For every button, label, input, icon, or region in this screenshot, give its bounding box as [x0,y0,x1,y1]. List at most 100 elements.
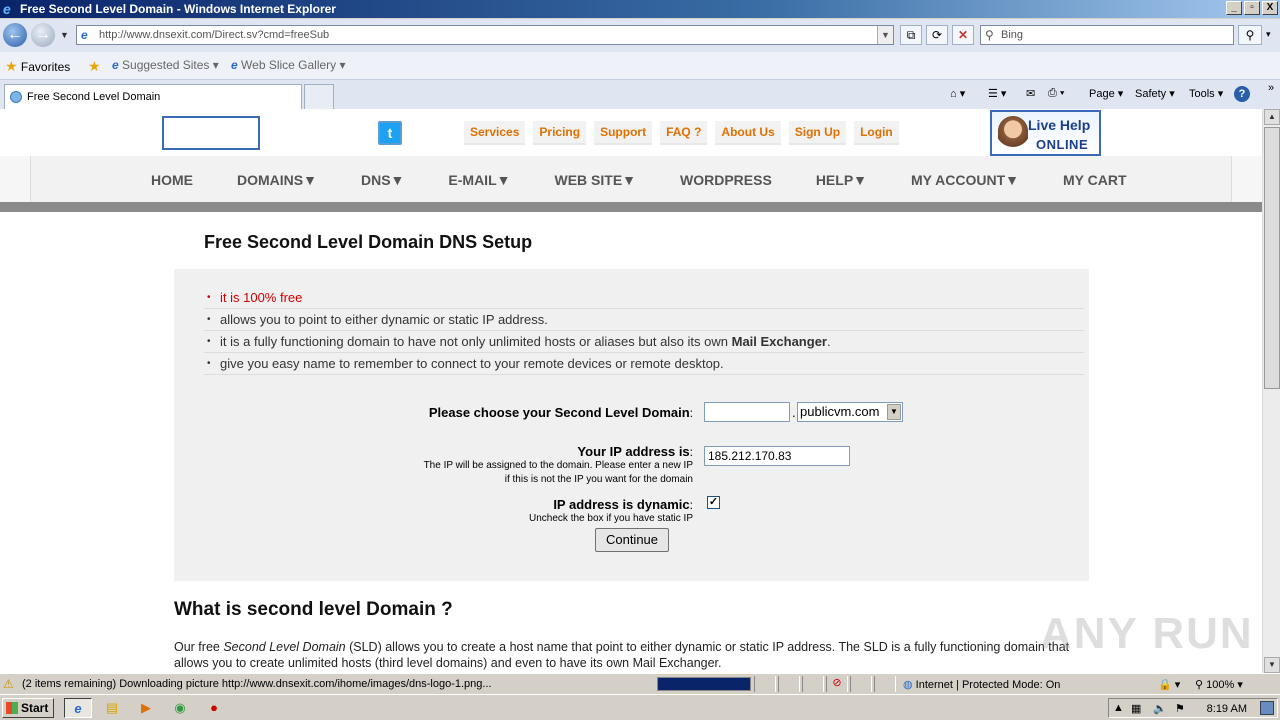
home-icon[interactable]: ⌂ ▾ [950,87,965,100]
sign-up-link[interactable]: Sign Up [788,121,847,145]
dynamic-ip-help: Uncheck the box if you have static IP [529,513,693,524]
show-desktop-button[interactable] [1260,701,1274,715]
volume-icon[interactable]: 🔈 [1153,702,1167,715]
window-title-bar: e Free Second Level Domain - Windows Int… [0,0,1280,18]
search-options-icon[interactable]: ▾ [1266,29,1271,40]
help-icon[interactable]: ? [1234,86,1250,102]
list-item: it is a fully functioning domain to have… [204,331,1084,353]
warning-icon: ⚠ [3,677,14,691]
sld-separator: . [792,405,796,420]
scroll-down-icon[interactable]: ▼ [1264,657,1280,673]
address-toolbar: ← → ▼ e http://www.dnsexit.com/Direct.sv… [0,19,1280,52]
address-dropdown-icon[interactable]: ▼ [877,26,893,44]
site-logo[interactable] [162,116,260,150]
scroll-up-icon[interactable]: ▲ [1264,109,1280,125]
status-pane [850,676,872,692]
nav-item-e-mail[interactable]: E-MAIL [448,172,496,188]
compatibility-view-icon[interactable]: ⧉ [900,25,922,45]
search-placeholder: Bing [1001,29,1024,41]
caret-down-icon: ▼ [390,172,405,188]
list-item: give you easy name to remember to connec… [204,353,1084,375]
forward-button[interactable]: → [31,23,55,47]
zoom-level[interactable]: ⚲ 100% ▾ [1195,678,1243,691]
back-button[interactable]: ← [3,23,27,47]
nav-divider [0,202,1262,212]
faq-link[interactable]: FAQ ? [660,121,708,145]
close-button[interactable]: X [1262,1,1278,15]
popup-blocked-icon[interactable]: ⊘ [826,676,848,692]
new-tab-button[interactable] [304,84,334,109]
star-icon: ★ [5,58,18,74]
show-hidden-icons[interactable]: ▲ [1113,702,1124,714]
twitter-icon[interactable]: t [378,121,402,145]
services-link[interactable]: Services [464,121,526,145]
window-title: Free Second Level Domain - Windows Inter… [20,2,336,16]
security-zone[interactable]: ◍ Internet | Protected Mode: On [903,678,1060,691]
search-button[interactable]: ⚲ [1238,25,1262,45]
chevron-down-icon: ▼ [887,404,901,420]
top-links: Services Pricing Support FAQ ? About Us … [464,121,899,145]
domain-suffix-select[interactable]: publicvm.com ▼ [797,402,903,422]
chrome-taskbar-icon[interactable]: ◉ [166,698,194,718]
stop-icon[interactable]: ✕ [952,25,974,45]
restore-button[interactable]: ▫ [1244,1,1260,15]
caret-down-icon: ▼ [496,172,511,188]
feeds-icon[interactable]: ☰ ▾ [988,87,1006,100]
history-dropdown-icon[interactable]: ▼ [60,30,69,40]
ie-taskbar-icon[interactable]: e [64,698,92,718]
status-message: (2 items remaining) Downloading picture … [22,678,492,690]
search-input[interactable]: ⚲ Bing [980,25,1234,45]
about-us-link[interactable]: About Us [715,121,781,145]
suggested-sites-link[interactable]: e Suggested Sites ▾ [112,58,219,72]
nav-item-my-account[interactable]: MY ACCOUNT [911,172,1005,188]
print-icon[interactable]: ⎙ ▾ [1048,87,1064,100]
status-pane [754,676,776,692]
nav-item-dns[interactable]: DNS [361,172,391,188]
vertical-scrollbar[interactable]: ▲ ▼ [1262,109,1280,673]
page-title: Free Second Level Domain DNS Setup [204,232,533,252]
protected-mode-icon[interactable]: 🔒 ▾ [1158,678,1180,691]
web-slice-gallery-link[interactable]: e Web Slice Gallery ▾ [231,58,346,72]
start-button[interactable]: Start [2,698,54,718]
tools-menu[interactable]: Tools ▾ [1189,87,1223,100]
page-menu[interactable]: Page ▾ [1089,87,1123,100]
address-bar[interactable]: e http://www.dnsexit.com/Direct.sv?cmd=f… [76,25,894,45]
nav-item-wordpress[interactable]: WORDPRESS [680,172,772,188]
refresh-icon[interactable]: ⟳ [926,25,948,45]
list-item: it is 100% free [204,287,1084,309]
login-link[interactable]: Login [854,121,899,145]
add-to-favorites-bar-icon[interactable]: ★ [88,58,101,75]
nav-item-web-site[interactable]: WEB SITE [554,172,622,188]
pricing-link[interactable]: Pricing [533,121,587,145]
clock: 8:19 AM [1206,703,1247,715]
main-nav-items: HOME DOMAINS ▼ DNS ▼ E-MAIL ▼ WEB SITE ▼ WORDPRES… [151,172,1171,188]
tab-active[interactable]: Free Second Level Domain [4,84,302,109]
live-help-button[interactable]: Live Help ONLINE [990,110,1101,156]
status-pane [778,676,800,692]
more-commands-icon[interactable]: » [1268,82,1274,94]
nav-item-domains[interactable]: DOMAINS [237,172,303,188]
live-help-status: ONLINE [1036,137,1089,152]
domain-suffix-value: publicvm.com [800,404,880,419]
nav-item-my-cart[interactable]: MY CART [1063,172,1127,188]
network-icon[interactable]: ▦ [1131,702,1141,715]
avast-taskbar-icon[interactable]: ● [200,698,228,718]
status-pane [874,676,896,692]
safety-menu[interactable]: Safety ▾ [1135,87,1175,100]
action-center-icon[interactable]: ⚑ [1175,702,1185,715]
scroll-thumb[interactable] [1264,127,1280,389]
read-mail-icon[interactable]: ✉ [1026,87,1035,100]
minimize-button[interactable]: _ [1226,1,1242,15]
nav-item-help[interactable]: HELP [816,172,853,188]
dynamic-ip-checkbox[interactable]: ✓ [707,496,720,509]
favorites-button[interactable]: ★ Favorites [5,58,70,75]
media-player-taskbar-icon[interactable]: ▶ [132,698,160,718]
explorer-taskbar-icon[interactable]: ▤ [98,698,126,718]
sld-input[interactable] [704,402,790,422]
dynamic-ip-label: IP address is dynamic: Uncheck the box i… [529,497,693,524]
ip-address-input[interactable]: 185.212.170.83 [704,446,850,466]
window-controls: _ ▫ X [1226,1,1278,15]
support-link[interactable]: Support [594,121,653,145]
nav-item-home[interactable]: HOME [151,172,193,188]
continue-button[interactable]: Continue [595,528,669,552]
